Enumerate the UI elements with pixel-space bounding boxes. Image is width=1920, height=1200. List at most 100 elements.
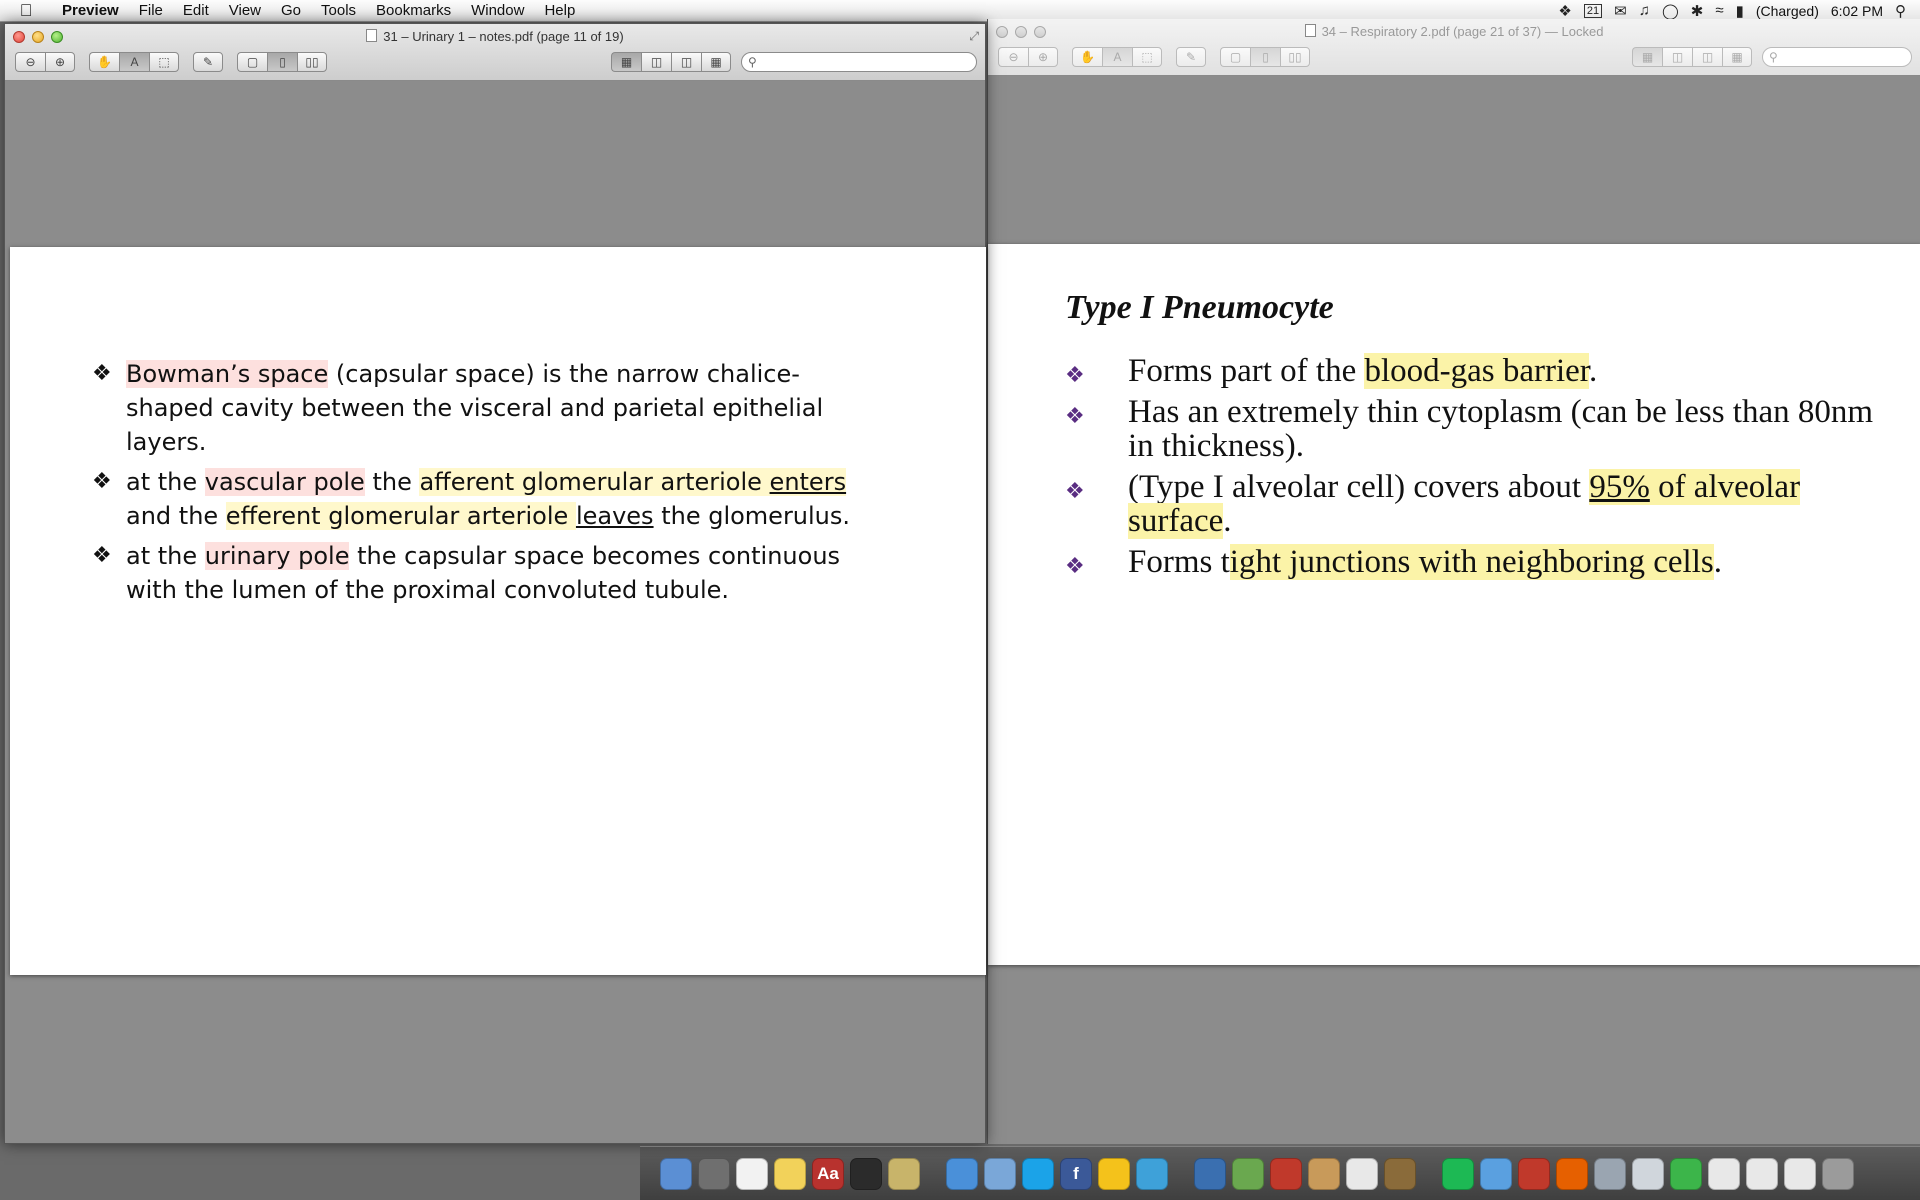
window-titlebar: 34 – Respiratory 2.pdf (page 21 of 37) —… [988, 19, 1920, 76]
package-icon[interactable] [1308, 1157, 1340, 1190]
downloads-icon[interactable] [1670, 1157, 1702, 1190]
app-icon[interactable] [1384, 1157, 1416, 1190]
text-run: at the [126, 468, 205, 496]
app-icon[interactable] [1708, 1157, 1740, 1190]
bullet-diamond-icon: ❖ [92, 469, 112, 494]
calculator-icon[interactable] [1270, 1157, 1302, 1190]
app-icon[interactable] [1784, 1157, 1816, 1190]
highlighted-text: Bowman’s space [126, 360, 329, 388]
annotate-button[interactable]: ✎ [193, 52, 223, 72]
single-page-button[interactable]: ▯ [1250, 47, 1280, 67]
terminal-icon[interactable] [850, 1157, 882, 1190]
menu-help[interactable]: Help [534, 0, 585, 22]
bullet-item: ❖ (Type I alveolar cell) covers about 95%… [1065, 469, 1875, 539]
menu-file[interactable]: File [129, 0, 173, 22]
text-select-button[interactable]: A [119, 52, 149, 72]
finder-icon[interactable] [660, 1157, 692, 1190]
highlighted-text: blood-gas barrier [1364, 353, 1589, 389]
app-store-icon[interactable] [1194, 1157, 1226, 1190]
zoom-out-button[interactable]: ⊖ [998, 47, 1028, 67]
zoom-in-button[interactable]: ⊕ [45, 52, 75, 72]
sidebar-button[interactable]: ▢ [237, 52, 267, 72]
search-icon: ⚲ [748, 55, 757, 69]
text-run: Forms part of the [1128, 353, 1365, 389]
menu-view[interactable]: View [219, 0, 271, 22]
rect-select-button[interactable]: ⬚ [149, 52, 179, 72]
app-icon[interactable] [1746, 1157, 1778, 1190]
app-status-icon[interactable]: ◯ [1662, 2, 1679, 20]
view-contact-sheet-button[interactable]: ▦ [701, 52, 731, 72]
bullet-diamond-icon: ❖ [92, 543, 112, 568]
view-content-button[interactable]: ▦ [1632, 47, 1662, 67]
text-select-button[interactable]: A [1102, 47, 1132, 67]
view-thumbnails-button[interactable]: ◫ [1662, 47, 1692, 67]
search-input[interactable]: ⚲ [741, 52, 977, 72]
sidebar-button[interactable]: ▢ [1220, 47, 1250, 67]
trash-icon[interactable] [1822, 1157, 1854, 1190]
app-icon[interactable] [1518, 1157, 1550, 1190]
bullet-item: ❖ Forms tight junctions with neighboring … [1065, 544, 1875, 580]
skype-icon[interactable] [1022, 1157, 1054, 1190]
menu-go[interactable]: Go [271, 0, 311, 22]
status-area: ❖ 21 ✉ ♫ ◯ ✱ ≈ ▮ (Charged) 6:02 PM ⚲ [1558, 2, 1920, 20]
text-icon[interactable] [1346, 1157, 1378, 1190]
hand-tool-button[interactable]: ✋ [89, 52, 119, 72]
itunes-icon[interactable] [1480, 1157, 1512, 1190]
dictionary-icon[interactable]: Aa [812, 1157, 844, 1190]
wifi-icon[interactable]: ≈ [1715, 2, 1723, 19]
menu-preview[interactable]: Preview [52, 0, 129, 22]
rect-select-button[interactable]: ⬚ [1132, 47, 1162, 67]
twitter-icon[interactable] [1136, 1157, 1168, 1190]
preview-icon[interactable] [888, 1157, 920, 1190]
battery-icon[interactable]: ▮ [1736, 2, 1744, 20]
app-icon[interactable] [1098, 1157, 1130, 1190]
zoom-out-button[interactable]: ⊖ [15, 52, 45, 72]
bullet-text: Bowman’s space (capsular space) is the n… [126, 360, 823, 456]
firefox-icon[interactable] [1556, 1157, 1588, 1190]
highlighted-text: vascular pole [204, 468, 365, 496]
safari-icon[interactable] [946, 1157, 978, 1190]
battery-status[interactable]: (Charged) [1756, 3, 1819, 19]
annotate-button[interactable]: ✎ [1176, 47, 1206, 67]
app-icon[interactable] [1594, 1157, 1626, 1190]
music-icon[interactable]: ♫ [1639, 2, 1650, 19]
bullet-list: ❖ Forms part of the blood-gas barrier. ❖ Ha… [1065, 353, 1875, 586]
text-run: the glomerulus. [653, 502, 851, 530]
view-contact-sheet-button[interactable]: ▦ [1722, 47, 1752, 67]
text-run: (Type I alveolar cell) covers about [1128, 469, 1590, 505]
view-thumbnails-button[interactable]: ◫ [641, 52, 671, 72]
apple-menu-icon[interactable]:  [0, 1, 52, 21]
clock[interactable]: 6:02 PM [1831, 3, 1883, 19]
launchpad-icon[interactable] [698, 1157, 730, 1190]
menu-tools[interactable]: Tools [311, 0, 366, 22]
spotlight-search-icon[interactable]: ⚲ [1895, 2, 1906, 20]
text-run: leaves [575, 502, 654, 530]
menu-window[interactable]: Window [461, 0, 534, 22]
menu-bookmarks[interactable]: Bookmarks [366, 0, 461, 22]
two-page-button[interactable]: ▯▯ [1280, 47, 1310, 67]
search-input[interactable]: ⚲ [1762, 47, 1912, 67]
reminders-icon[interactable] [736, 1157, 768, 1190]
hand-tool-button[interactable]: ✋ [1072, 47, 1102, 67]
fullscreen-icon[interactable]: ⤢ [969, 29, 979, 44]
calendar-icon[interactable]: 21 [1583, 3, 1603, 18]
two-page-button[interactable]: ▯▯ [297, 52, 327, 72]
dropbox-icon[interactable]: ❖ [1558, 2, 1571, 20]
single-page-button[interactable]: ▯ [267, 52, 297, 72]
text-run: the [364, 468, 420, 496]
bluetooth-icon[interactable]: ✱ [1691, 2, 1704, 20]
menu-edit[interactable]: Edit [173, 0, 219, 22]
facebook-icon[interactable]: f [1060, 1157, 1092, 1190]
view-content-button[interactable]: ▦ [611, 52, 641, 72]
documents-icon[interactable] [1632, 1157, 1664, 1190]
mail-icon[interactable]: ✉ [1614, 2, 1627, 20]
mail-icon[interactable] [984, 1157, 1016, 1190]
app-icon[interactable] [1232, 1157, 1264, 1190]
bullet-diamond-icon: ❖ [1065, 553, 1085, 578]
view-toc-button[interactable]: ◫ [1692, 47, 1722, 67]
zoom-in-button[interactable]: ⊕ [1028, 47, 1058, 67]
dock-spacer [1422, 1154, 1436, 1194]
spotify-icon[interactable] [1442, 1157, 1474, 1190]
stickies-icon[interactable] [774, 1157, 806, 1190]
view-toc-button[interactable]: ◫ [671, 52, 701, 72]
